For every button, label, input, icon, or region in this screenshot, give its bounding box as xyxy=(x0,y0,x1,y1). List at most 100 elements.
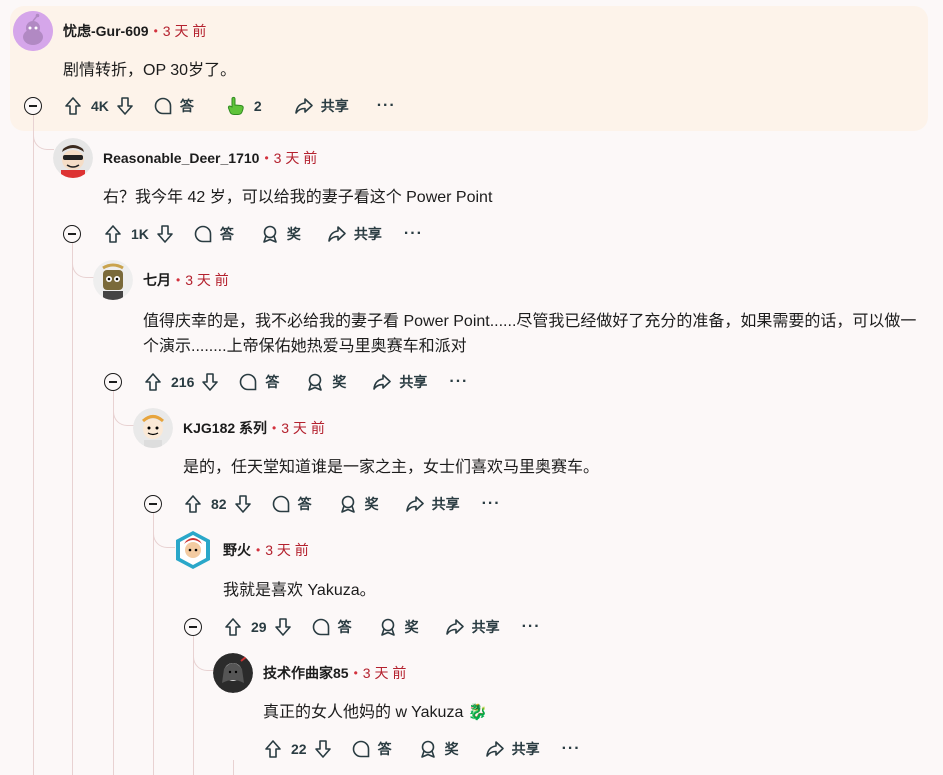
comment-actions: 82 答 奖 共享 ··· xyxy=(183,489,501,519)
share-icon xyxy=(373,374,392,390)
comment-time[interactable]: 3 天 前 xyxy=(281,418,325,438)
comment-header: KJG182 系列 • 3 天 前 xyxy=(133,408,325,448)
reply-button[interactable]: 答 xyxy=(351,739,392,759)
downvote-button[interactable] xyxy=(313,739,333,759)
thread-elbow xyxy=(113,401,135,426)
share-label: 共享 xyxy=(353,226,382,242)
award-button[interactable]: 奖 xyxy=(338,494,379,514)
comment-header: 野火 • 3 天 前 xyxy=(173,530,309,570)
more-options-button[interactable]: ··· xyxy=(562,740,581,758)
upvote-button[interactable] xyxy=(143,372,163,392)
downvote-button[interactable] xyxy=(233,494,253,514)
award-icon xyxy=(420,740,435,758)
upvote-button[interactable] xyxy=(63,96,83,116)
downvote-button[interactable] xyxy=(115,96,135,116)
avatar[interactable] xyxy=(133,408,173,448)
upvote-icon xyxy=(225,618,241,636)
share-label: 共享 xyxy=(320,98,349,114)
downvote-icon xyxy=(274,618,291,636)
reply-label: 答 xyxy=(179,98,194,114)
award-icon xyxy=(340,495,355,513)
share-button[interactable]: 共享 xyxy=(445,617,500,637)
vote-count: 29 xyxy=(251,619,267,635)
comment-time[interactable]: 3 天 前 xyxy=(185,270,229,290)
upvote-button[interactable] xyxy=(223,617,243,637)
comment-actions: 216 答 奖 共享 ··· xyxy=(143,367,468,397)
collapse-button[interactable] xyxy=(63,225,81,243)
downvote-button[interactable] xyxy=(200,372,220,392)
award-button[interactable]: 2 xyxy=(226,96,262,116)
award-button[interactable]: 奖 xyxy=(418,739,459,759)
comment-text: 右？我今年 42 岁，可以给我的妻子看这个 Power Point xyxy=(103,189,493,206)
comment-author[interactable]: 野火 xyxy=(223,540,251,560)
avatar[interactable] xyxy=(213,653,253,693)
more-options-button[interactable]: ··· xyxy=(449,373,468,391)
comment-author[interactable]: Reasonable_Deer_1710 xyxy=(103,150,259,166)
comment-text: 值得庆幸的是，我不必给我的妻子看 Power Point......尽管我已经做… xyxy=(143,313,917,355)
thread-line-level-1 xyxy=(72,243,73,775)
share-icon xyxy=(485,741,504,757)
award-label: 奖 xyxy=(404,619,419,635)
share-button[interactable]: 共享 xyxy=(405,494,460,514)
reply-button[interactable]: 答 xyxy=(193,224,234,244)
award-icon xyxy=(308,373,323,391)
thread-elbow xyxy=(33,125,54,150)
vote-count: 22 xyxy=(291,741,307,757)
upvote-icon xyxy=(65,97,81,115)
comment-bubble-icon xyxy=(272,495,289,513)
comment-author[interactable]: 七月 xyxy=(143,270,171,290)
collapse-button[interactable] xyxy=(104,373,122,391)
reply-button[interactable]: 答 xyxy=(311,617,352,637)
collapse-button[interactable] xyxy=(24,97,42,115)
comment-text: 我就是喜欢 Yakuza。 xyxy=(223,582,376,599)
downvote-icon xyxy=(314,740,331,758)
reply-label: 答 xyxy=(337,619,352,635)
comment-time[interactable]: 3 天 前 xyxy=(265,540,309,560)
more-options-button[interactable]: ··· xyxy=(522,618,541,636)
vote-count: 4K xyxy=(91,98,109,114)
upvote-button[interactable] xyxy=(183,494,203,514)
upvote-button[interactable] xyxy=(263,739,283,759)
comment-author[interactable]: KJG182 系列 xyxy=(183,418,267,438)
award-button[interactable]: 奖 xyxy=(305,372,346,392)
collapse-button[interactable] xyxy=(144,495,162,513)
avatar[interactable] xyxy=(13,11,53,51)
more-options-button[interactable]: ··· xyxy=(482,495,501,513)
avatar[interactable] xyxy=(173,530,213,570)
reply-button[interactable]: 答 xyxy=(238,372,279,392)
comment-author[interactable]: 忧虑-Gur-609 xyxy=(63,21,149,41)
award-icon xyxy=(380,618,395,636)
vote-count: 1K xyxy=(131,226,149,242)
award-button[interactable]: 奖 xyxy=(378,617,419,637)
avatar[interactable] xyxy=(53,138,93,178)
comment-author[interactable]: 技术作曲家85 xyxy=(263,663,349,683)
separator-dot: • xyxy=(264,151,269,165)
comment-actions: 1K 答 奖 共享 ··· xyxy=(103,219,423,249)
comment-time[interactable]: 3 天 前 xyxy=(363,663,407,683)
downvote-button[interactable] xyxy=(273,617,293,637)
share-button[interactable]: 共享 xyxy=(372,372,427,392)
thread-elbow xyxy=(72,253,95,278)
collapse-button[interactable] xyxy=(184,618,202,636)
comment-time[interactable]: 3 天 前 xyxy=(274,148,318,168)
comment-text: 是的，任天堂知道谁是一家之主，女士们喜欢马里奥赛车。 xyxy=(183,459,600,476)
more-options-button[interactable]: ··· xyxy=(404,225,423,243)
reply-button[interactable]: 答 xyxy=(271,494,312,514)
share-button[interactable]: 共享 xyxy=(294,96,349,116)
comment-text: 真正的女人他妈的 w Yakuza 🐉 xyxy=(263,704,488,721)
upvote-icon xyxy=(145,373,161,391)
share-label: 共享 xyxy=(511,741,540,757)
more-options-button[interactable]: ··· xyxy=(377,97,396,115)
share-button[interactable]: 共享 xyxy=(327,224,382,244)
award-button[interactable]: 奖 xyxy=(260,224,301,244)
avatar[interactable] xyxy=(93,260,133,300)
downvote-button[interactable] xyxy=(155,224,175,244)
comment-text: 剧情转折，OP 30岁了。 xyxy=(63,62,237,79)
reply-button[interactable]: 答 xyxy=(153,96,194,116)
thread-elbow xyxy=(153,523,175,548)
share-button[interactable]: 共享 xyxy=(485,739,540,759)
upvote-button[interactable] xyxy=(103,224,123,244)
comment-header: 技术作曲家85 • 3 天 前 xyxy=(213,653,407,693)
vote-count: 216 xyxy=(171,374,195,390)
comment-time[interactable]: 3 天 前 xyxy=(163,21,207,41)
